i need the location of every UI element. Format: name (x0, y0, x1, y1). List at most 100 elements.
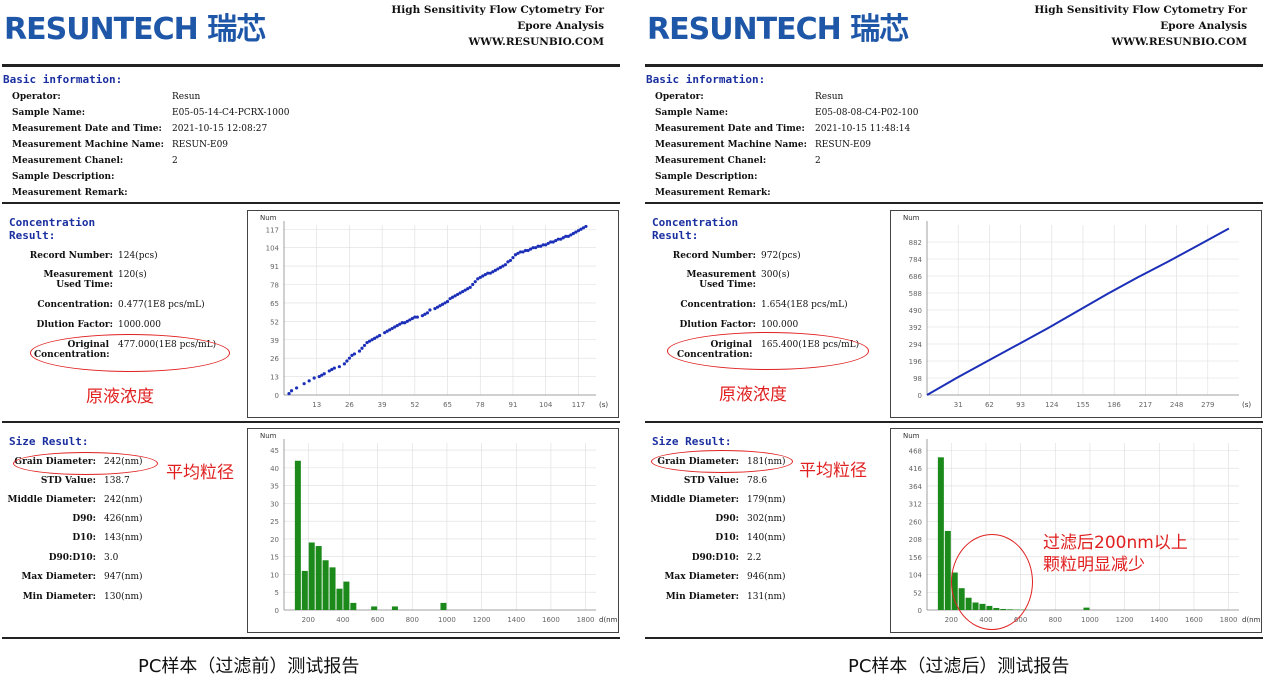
histogram-bar (391, 606, 398, 610)
conc-value: 100.000 (761, 320, 799, 330)
size-key: D90:D10: (48, 553, 96, 563)
report-header: High Sensitivity Flow Cytometry For Epor… (391, 2, 604, 50)
size-key: D10: (715, 533, 739, 543)
size-histogram: 052104156208260312364416468200 400 600 800 1… (903, 432, 1263, 624)
x-tick-label: 800 (406, 616, 419, 624)
section-divider (2, 637, 620, 639)
x-axis-label: (s) (1242, 401, 1251, 409)
basic-key: Measurement Machine Name: (655, 140, 807, 150)
y-tick-label: 98 (913, 375, 922, 383)
data-point (511, 255, 515, 260)
x-tick-label: 1600 (542, 616, 560, 624)
data-point (322, 372, 326, 376)
conc-key: Concentration: (37, 300, 113, 310)
size-result-title: Size Result: (652, 435, 732, 448)
basic-key: Measurement Chanel: (655, 156, 767, 166)
section-divider (645, 202, 1263, 204)
y-tick-label: 25 (270, 518, 279, 526)
size-key: Middle Diameter: (7, 495, 97, 505)
y-tick-label: 312 (909, 501, 922, 509)
y-tick-label: 196 (909, 358, 923, 366)
conc-key: Measurement Used Time: (686, 270, 756, 290)
y-tick-label: 490 (909, 307, 922, 315)
size-value: 947(nm) (104, 572, 143, 582)
x-tick-label: 1800 (577, 616, 595, 624)
data-point (307, 379, 311, 383)
y-tick-label: 156 (909, 554, 923, 562)
x-tick-label: 1800 (1220, 616, 1238, 624)
basic-key: Measurement Date and Time: (12, 124, 162, 134)
report-panel-right: RESUNTECH 瑞芯 High Sensitivity Flow Cytom… (645, 0, 1265, 645)
basic-row: Measurement Date and Time: 2021-10-15 12:… (12, 121, 572, 137)
size-value: 946(nm) (747, 572, 786, 582)
basic-value: E05-05-14-C4-PCRX-1000 (172, 108, 290, 118)
x-tick-label: 104 (539, 401, 553, 409)
histogram-bar (322, 560, 329, 610)
x-axis-label: (s) (599, 401, 608, 409)
size-result-title: Size Result: (9, 435, 89, 448)
concentration-chart: 0 13 26 39 52 65 78 91 104 117 13 26 39 52 65 78 91 104 11… (247, 210, 619, 418)
left-caption: PC样本（过滤前）测试报告 (138, 656, 360, 677)
y-tick-label: 52 (913, 589, 922, 597)
histogram-bar (1083, 607, 1090, 610)
x-tick-label: 248 (1170, 401, 1183, 409)
histogram-bar (350, 602, 357, 610)
basic-row: Measurement Remark: (655, 185, 1215, 201)
size-key: D90: (72, 514, 96, 524)
size-annotation: 平均粒径 (799, 461, 867, 481)
data-point (294, 386, 299, 390)
basic-value: E05-08-08-C4-P02-100 (815, 108, 919, 118)
x-tick-label: 26 (345, 401, 354, 409)
x-tick-label: 217 (1139, 401, 1152, 409)
histogram-bar (294, 460, 301, 610)
concentration-title-line: Result: (9, 229, 56, 242)
histogram-bar (308, 542, 315, 610)
concentration-annotation: 原液浓度 (86, 387, 154, 407)
header-line: High Sensitivity Flow Cytometry For (1034, 4, 1247, 16)
basic-row: Sample Name: E05-08-08-C4-P02-100 (655, 105, 1215, 121)
basic-value: 2021-10-15 11:48:14 (815, 124, 911, 134)
y-tick-label: 294 (909, 341, 923, 349)
data-point (287, 391, 291, 396)
y-tick-label: 39 (270, 337, 279, 345)
data-point (471, 282, 475, 287)
data-point (468, 285, 472, 289)
basic-row: Sample Description: (655, 169, 1215, 185)
right-caption: PC样本（过滤后）测试报告 (848, 656, 1070, 677)
basic-value: 2 (815, 156, 821, 166)
size-chart: 0 52 104 156 208 260 312 364 416 468 200 400 600 800 1… (890, 428, 1263, 633)
highlight-ellipse (13, 452, 158, 475)
header-divider (2, 64, 620, 67)
basic-key: Measurement Chanel: (12, 156, 124, 166)
y-tick-label: 5 (275, 589, 279, 597)
conc-key: Dlution Factor: (36, 320, 113, 330)
y-tick-label: 104 (266, 245, 280, 253)
y-tick-label: 0 (918, 392, 922, 400)
x-tick-label: 31 (954, 401, 963, 409)
concentration-title: Concentration Result: (652, 216, 738, 242)
y-tick-label: 104 (909, 572, 923, 580)
x-tick-label: 155 (1076, 401, 1089, 409)
data-point (360, 346, 364, 350)
basic-key: Sample Name: (655, 108, 729, 118)
conc-value: 120(s) (118, 270, 147, 280)
basic-key: Measurement Remark: (12, 188, 128, 198)
data-point (473, 280, 477, 284)
conc-value: 1000.000 (118, 320, 161, 330)
y-tick-label: 65 (270, 300, 279, 308)
basic-row: Measurement Remark: (12, 185, 572, 201)
basic-row: Measurement Date and Time: 2021-10-15 11:… (655, 121, 1215, 137)
concentration-annotation: 原液浓度 (719, 385, 787, 405)
x-tick-label: 117 (572, 401, 585, 409)
data-point (337, 365, 341, 369)
histogram-bar (329, 567, 336, 610)
size-value: 138.7 (104, 476, 130, 486)
data-point (352, 352, 357, 356)
histogram-bar (343, 581, 350, 610)
size-value: 130(nm) (104, 592, 143, 602)
x-tick-label: 13 (312, 401, 321, 409)
y-tick-label: 0 (275, 607, 279, 615)
histogram-bar (440, 602, 447, 610)
conc-value: 300(s) (761, 270, 790, 280)
concentration-scatter-plot: 0 13 26 39 52 65 78 91 104 117 13 26 39 52 65 78 91 104 11… (260, 214, 608, 409)
